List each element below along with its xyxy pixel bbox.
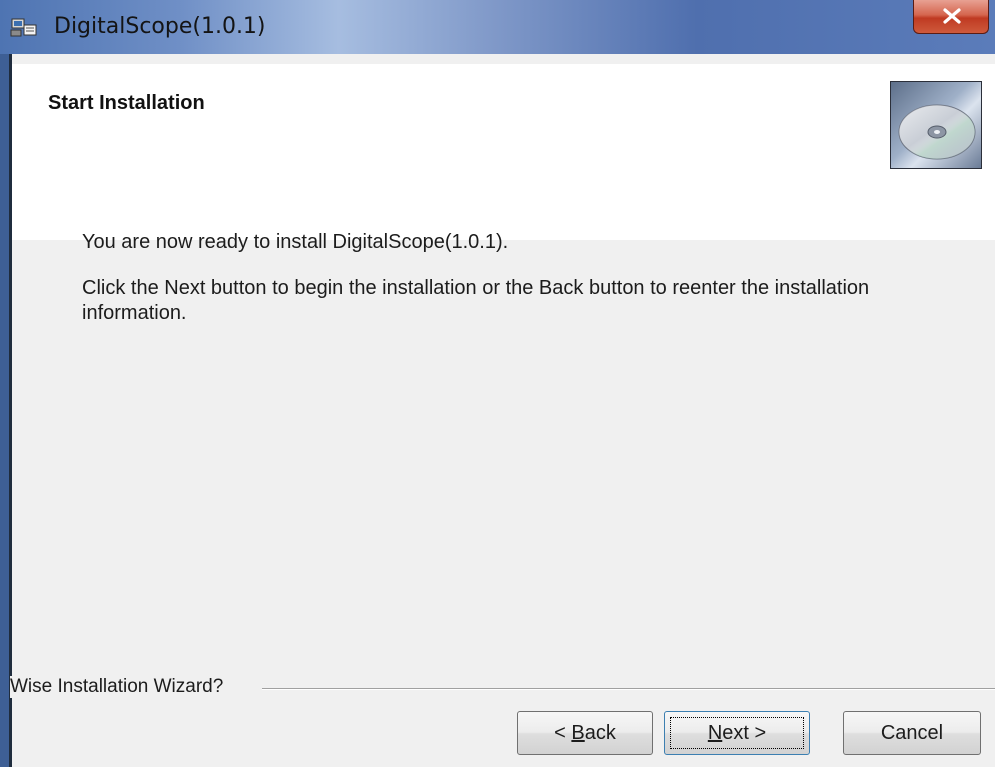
- page-title: Start Installation: [48, 92, 205, 114]
- dialog-header: Start Installation: [12, 64, 995, 240]
- back-button-label: < Back: [554, 722, 616, 744]
- installer-window: DigitalScope(1.0.1) Start Installation Y…: [0, 0, 995, 767]
- wizard-branding-label: Wise Installation Wizard?: [10, 676, 232, 698]
- back-button[interactable]: < Back: [517, 711, 653, 755]
- window-title: DigitalScope(1.0.1): [54, 14, 266, 39]
- dialog-body: Start Installation You are now ready to …: [10, 54, 995, 767]
- close-button[interactable]: [913, 0, 989, 34]
- title-bar[interactable]: DigitalScope(1.0.1): [0, 0, 995, 54]
- cancel-button-label: Cancel: [880, 722, 944, 744]
- window-frame-left: [0, 54, 9, 767]
- next-button-label: Next >: [707, 722, 767, 744]
- instruction-message: Click the Next button to begin the insta…: [82, 277, 870, 324]
- installer-app-icon: [10, 15, 38, 39]
- next-button[interactable]: Next >: [664, 711, 810, 755]
- cd-disc-icon: [890, 81, 982, 169]
- cancel-button[interactable]: Cancel: [843, 711, 981, 755]
- footer-separator: [262, 688, 995, 690]
- ready-message: You are now ready to install DigitalScop…: [82, 231, 509, 253]
- close-icon: [943, 8, 961, 24]
